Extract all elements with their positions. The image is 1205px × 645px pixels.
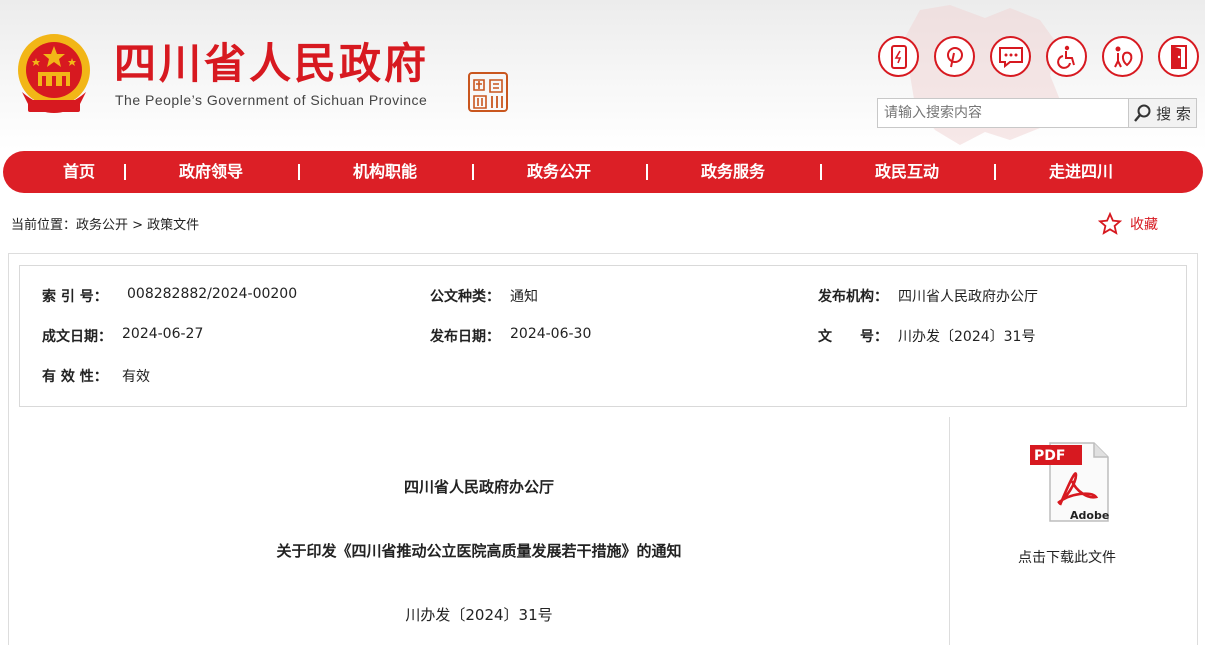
pdf-text: PDF [1034, 448, 1065, 464]
document-issuer: 四川省人民政府办公厅 [403, 478, 554, 496]
china-seal-logo [468, 72, 508, 112]
accessibility-icon [1056, 45, 1075, 69]
nav-item-functions[interactable]: 机构职能 [337, 151, 433, 193]
nav-separator [298, 164, 300, 180]
exit-icon [1170, 44, 1187, 69]
nav-separator [820, 164, 822, 180]
accessibility-button[interactable] [1046, 36, 1087, 77]
written-date-label: 成文日期： [42, 329, 112, 345]
search-button[interactable]: 搜 索 [1129, 98, 1197, 128]
elderly-mode-icon [1113, 46, 1132, 67]
search-icon [1134, 104, 1151, 122]
site-title: 四川省人民政府 [114, 39, 430, 88]
nav-item-public-affairs[interactable]: 政务公开 [511, 151, 607, 193]
breadcrumb: 当前位置：政务公开 > 政策文件 [11, 218, 200, 233]
nav-item-about-sichuan[interactable]: 走进四川 [1033, 151, 1129, 193]
mobile-button[interactable] [878, 36, 919, 77]
favorite-button[interactable]: 收藏 [1098, 212, 1158, 236]
nav-item-interaction[interactable]: 政民互动 [859, 151, 955, 193]
published-date-value: 2024-06-30 [510, 326, 592, 342]
doc-type-value: 通知 [510, 289, 538, 305]
written-date-value: 2024-06-27 [122, 326, 204, 342]
seal-icon [473, 79, 503, 109]
nav-separator [124, 164, 126, 180]
doc-number-value: 川办发〔2024〕31号 [898, 329, 1036, 345]
agency-label: 发布机构： [818, 289, 888, 305]
published-date-label: 发布日期： [430, 329, 500, 345]
site-header: 四川省人民政府 The People’s Government of Sichu… [0, 0, 1205, 150]
national-emblem-icon [18, 34, 90, 113]
site-subtitle: The People’s Government of Sichuan Provi… [115, 92, 428, 108]
weibo-icon [946, 46, 963, 67]
nav-separator [994, 164, 996, 180]
doc-number-label: 文 号： [818, 329, 888, 345]
nav-item-home[interactable]: 首页 [41, 151, 117, 193]
main-nav: 首页 政府领导 机构职能 政务公开 政务服务 政民互动 走进四川 [3, 151, 1203, 193]
index-value: 008282882/2024-00200 [127, 286, 298, 302]
document-number: 川办发〔2024〕31号 [405, 606, 553, 624]
nav-item-services[interactable]: 政务服务 [685, 151, 781, 193]
pdf-file-icon[interactable]: PDF Adobe [1030, 441, 1110, 523]
doc-type-label: 公文种类： [430, 289, 500, 305]
message-button[interactable] [990, 36, 1031, 77]
star-icon [1098, 212, 1122, 235]
weibo-button[interactable] [934, 36, 975, 77]
mobile-icon [890, 44, 907, 69]
header-tools [878, 36, 1199, 77]
favorite-label: 收藏 [1130, 217, 1158, 233]
index-label: 索 引 号： [42, 289, 108, 305]
download-file-link[interactable]: 点击下载此文件 [960, 547, 1174, 567]
adobe-text: Adobe [1070, 509, 1109, 522]
search-button-label: 搜 索 [1156, 104, 1191, 123]
nav-separator [472, 164, 474, 180]
validity-value: 有效 [122, 369, 150, 385]
search-bar: 搜 索 [877, 98, 1197, 128]
nav-item-leaders[interactable]: 政府领导 [163, 151, 259, 193]
agency-value: 四川省人民政府办公厅 [898, 289, 1038, 305]
document-title: 关于印发《四川省推动公立医院高质量发展若干措施》的通知 [276, 542, 682, 560]
search-input[interactable] [877, 98, 1129, 128]
validity-label: 有 效 性： [42, 369, 108, 385]
elderly-mode-button[interactable] [1102, 36, 1143, 77]
column-divider [949, 417, 950, 645]
nav-separator [646, 164, 648, 180]
exit-button[interactable] [1158, 36, 1199, 77]
message-icon [998, 46, 1023, 68]
